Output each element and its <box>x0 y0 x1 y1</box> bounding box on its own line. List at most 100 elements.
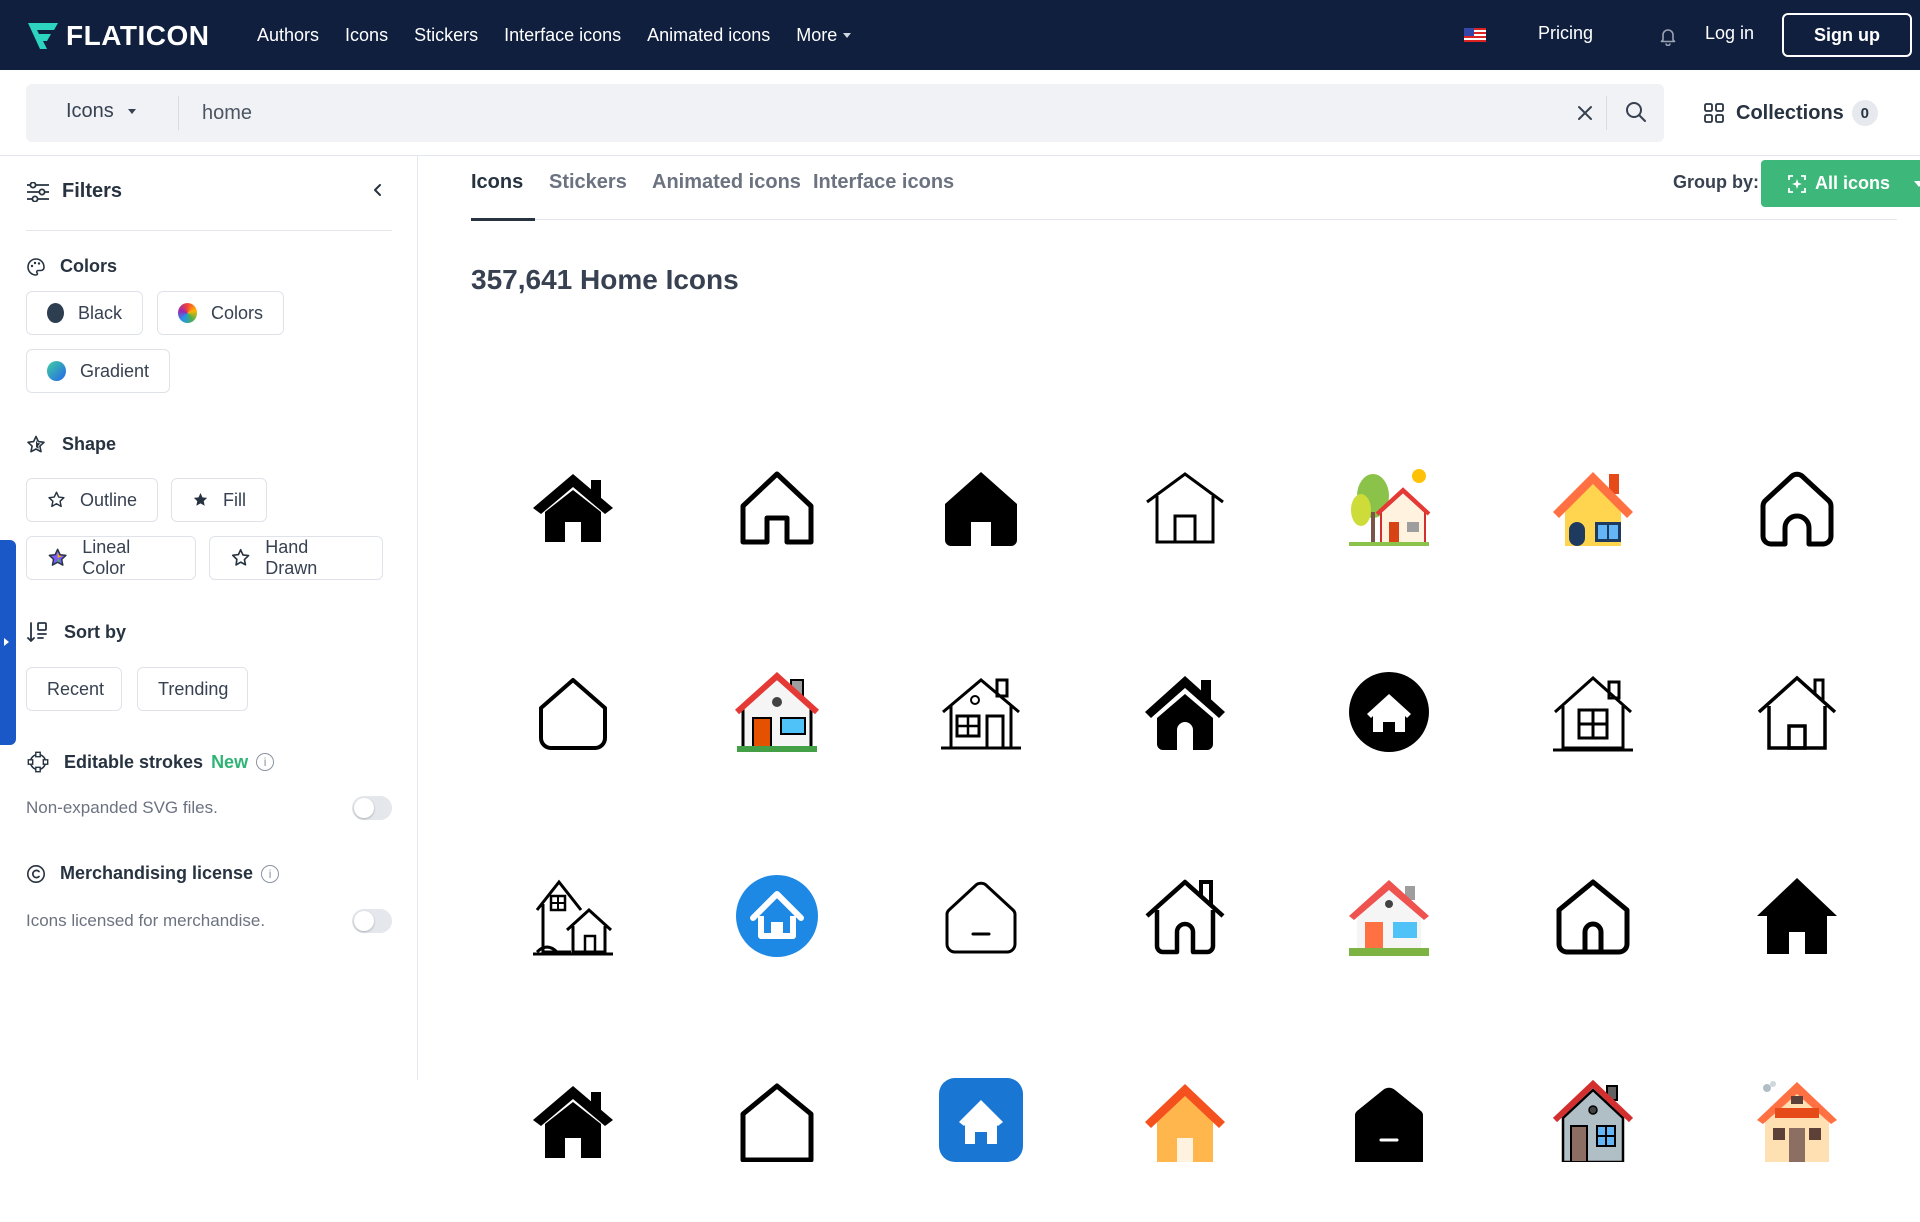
group-by-dropdown[interactable]: All icons <box>1761 160 1920 207</box>
icon-result-20[interactable] <box>1491 814 1695 1018</box>
chevron-down-icon <box>127 109 136 114</box>
tab-interface-icons[interactable]: Interface icons <box>813 171 954 194</box>
colors-label: Colors <box>60 256 118 276</box>
home-lineal-chimney-icon <box>941 678 1021 750</box>
collections-count-badge: 0 <box>1851 100 1878 126</box>
icon-result-16[interactable] <box>675 814 879 1018</box>
tab-icons[interactable]: Icons <box>471 171 523 194</box>
nav-animated-icons[interactable]: Animated icons <box>647 25 770 46</box>
signup-button[interactable]: Sign up <box>1782 13 1912 57</box>
merch-license-label: Merchandising license <box>60 863 254 883</box>
icon-result-8[interactable] <box>471 610 675 814</box>
close-icon[interactable] <box>1574 102 1596 124</box>
tab-animated-icons[interactable]: Animated icons <box>652 171 801 194</box>
home-color-window-icon <box>735 671 819 752</box>
search-input[interactable] <box>202 92 1562 134</box>
filter-lineal-color[interactable]: Lineal Color <box>26 536 196 580</box>
merch-license-toggle[interactable] <box>352 909 392 933</box>
editable-strokes-title: Editable strokes New i <box>26 750 275 774</box>
filters-sidebar: Filters Colors Black Colors Gradient Sha… <box>0 156 418 1080</box>
sidebar-expand-handle[interactable] <box>0 540 16 745</box>
filter-gradient[interactable]: Gradient <box>26 349 170 393</box>
houses-outline-icon <box>533 879 613 956</box>
main-nav: Authors Icons Stickers Interface icons A… <box>257 0 877 70</box>
icon-result-23[interactable] <box>675 1018 879 1222</box>
pricing-link[interactable]: Pricing <box>1538 23 1593 44</box>
icon-result-4[interactable] <box>1083 406 1287 610</box>
icon-result-15[interactable] <box>471 814 675 1018</box>
search-type-dropdown[interactable]: Icons <box>66 100 136 123</box>
filter-black[interactable]: Black <box>26 291 143 335</box>
icon-result-10[interactable] <box>879 610 1083 814</box>
icon-result-5[interactable] <box>1287 406 1491 610</box>
icon-result-13[interactable] <box>1491 610 1695 814</box>
icon-result-19[interactable] <box>1287 814 1491 1018</box>
bell-icon[interactable] <box>1658 26 1678 46</box>
filter-outline[interactable]: Outline <box>26 478 158 522</box>
login-link[interactable]: Log in <box>1705 23 1754 44</box>
icon-result-27[interactable] <box>1491 1018 1695 1222</box>
home-black-rounded-icon <box>1354 1087 1424 1162</box>
palette-icon <box>27 257 45 276</box>
tab-stickers[interactable]: Stickers <box>549 171 627 194</box>
chevron-left-icon[interactable] <box>370 182 386 198</box>
filter-hand-drawn[interactable]: Hand Drawn <box>209 536 383 580</box>
filter-black-label: Black <box>77 302 122 323</box>
filter-outline-label: Outline <box>79 489 137 510</box>
icon-result-9[interactable] <box>675 610 879 814</box>
nav-stickers[interactable]: Stickers <box>414 25 478 46</box>
filter-colors[interactable]: Colors <box>157 291 284 335</box>
icon-result-3[interactable] <box>879 406 1083 610</box>
search-icon[interactable] <box>1624 100 1648 124</box>
icon-result-17[interactable] <box>879 814 1083 1018</box>
sort-recent[interactable]: Recent <box>26 667 122 711</box>
icon-result-22[interactable] <box>471 1018 675 1222</box>
flaticon-logo[interactable]: FLATICON <box>26 20 209 52</box>
info-icon[interactable]: i <box>261 864 280 883</box>
icon-result-2[interactable] <box>675 406 879 610</box>
nav-authors[interactable]: Authors <box>257 25 319 46</box>
divider <box>1606 96 1607 130</box>
star-outline-icon <box>48 491 65 508</box>
grid-icon <box>1704 103 1724 123</box>
nav-icons[interactable]: Icons <box>345 25 388 46</box>
collections-button[interactable]: Collections 0 <box>1704 100 1878 126</box>
icon-result-12[interactable] <box>1287 610 1491 814</box>
shapes-icon <box>27 435 45 452</box>
info-icon[interactable]: i <box>256 753 275 771</box>
home-chimney-outline-2-icon <box>1145 879 1225 955</box>
icon-result-1[interactable] <box>471 406 675 610</box>
sort-trending[interactable]: Trending <box>137 667 248 711</box>
group-by-value: All icons <box>1815 173 1891 193</box>
icon-result-14[interactable] <box>1695 610 1899 814</box>
filter-fill[interactable]: Fill <box>171 478 267 522</box>
merch-license-description: Icons licensed for merchandise. <box>26 911 266 930</box>
filter-hand-drawn-label: Hand Drawn <box>265 537 318 578</box>
icon-result-6[interactable] <box>1491 406 1695 610</box>
icon-result-24[interactable] <box>879 1018 1083 1222</box>
editable-strokes-icon <box>27 751 49 773</box>
all-icons-icon <box>1788 174 1806 193</box>
editable-strokes-toggle[interactable] <box>352 796 392 820</box>
star-color-icon <box>48 548 67 566</box>
filter-fill-label: Fill <box>223 489 246 510</box>
nav-more[interactable]: More <box>796 25 852 46</box>
nav-interface-icons[interactable]: Interface icons <box>504 25 621 46</box>
icon-result-26[interactable] <box>1287 1018 1491 1222</box>
us-flag-icon[interactable] <box>1464 28 1486 42</box>
icon-result-7[interactable] <box>1695 406 1899 610</box>
search-type-label: Icons <box>66 100 114 122</box>
new-badge: New <box>211 751 249 772</box>
home-solid-icon <box>533 474 613 542</box>
shape-label: Shape <box>62 434 117 454</box>
icon-result-11[interactable] <box>1083 610 1287 814</box>
icon-result-25[interactable] <box>1083 1018 1287 1222</box>
home-simple-outline-icon <box>539 678 607 750</box>
icon-result-18[interactable] <box>1083 814 1287 1018</box>
home-solid-4-icon <box>533 1086 613 1158</box>
home-thin-outline-icon <box>1146 472 1224 544</box>
icon-result-28[interactable] <box>1695 1018 1899 1222</box>
icon-result-21[interactable] <box>1695 814 1899 1018</box>
home-trees-color-icon <box>1349 469 1431 546</box>
home-yellow-color-icon <box>1553 472 1633 546</box>
